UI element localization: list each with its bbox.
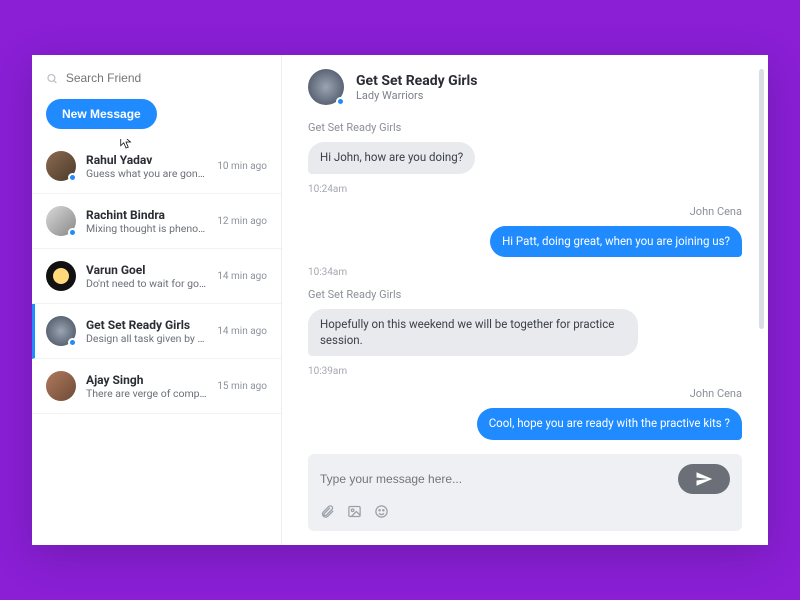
- conversation-name: Rahul Yadav: [86, 153, 207, 167]
- conversation-preview: Guess what you are gonna get with...: [86, 167, 207, 180]
- conversation-time: 14 min ago: [217, 271, 267, 282]
- image-icon[interactable]: [347, 504, 362, 523]
- send-icon: [695, 470, 713, 488]
- conversation-item-active[interactable]: Get Set Ready Girls Design all task give…: [32, 304, 281, 359]
- emoji-icon[interactable]: [374, 504, 389, 523]
- conversation-item[interactable]: Ajay Singh There are verge of complexity…: [32, 359, 281, 414]
- online-dot: [68, 338, 77, 347]
- conversation-name: Ajay Singh: [86, 373, 207, 387]
- message-bubble-outgoing: Cool, hope you are ready with the practi…: [477, 408, 742, 440]
- message-thread: Get Set Ready Girls Hi John, how are you…: [308, 119, 742, 444]
- conversation-name: Get Set Ready Girls: [86, 318, 207, 332]
- conversation-time: 10 min ago: [217, 161, 267, 172]
- sidebar: New Message Rahul Yadav Guess what you a…: [32, 55, 282, 545]
- conversation-time: 15 min ago: [217, 381, 267, 392]
- message-time: 10:24am: [308, 184, 742, 195]
- send-button[interactable]: [678, 464, 730, 494]
- conversation-item[interactable]: Varun Goel Do'nt need to wait for good t…: [32, 249, 281, 304]
- avatar: [46, 261, 76, 291]
- chat-scrollbar[interactable]: [759, 69, 764, 329]
- search-input[interactable]: [66, 71, 267, 85]
- message-bubble-incoming: Hi John, how are you doing?: [308, 142, 475, 174]
- message-sender: Get Set Ready Girls: [308, 288, 742, 301]
- online-dot: [68, 228, 77, 237]
- message-bubble-outgoing: Hi Patt, doing great, when you are joini…: [490, 226, 742, 258]
- avatar: [46, 151, 76, 181]
- conversation-item[interactable]: Rachint Bindra Mixing thought is phenome…: [32, 194, 281, 249]
- message-sender: John Cena: [308, 387, 742, 400]
- avatar: [46, 371, 76, 401]
- search-field[interactable]: [32, 55, 281, 95]
- new-message-button[interactable]: New Message: [46, 99, 157, 129]
- chat-avatar: [308, 69, 344, 105]
- conversation-time: 14 min ago: [217, 326, 267, 337]
- message-time: 10:34am: [308, 267, 742, 278]
- online-dot: [68, 173, 77, 182]
- search-icon: [46, 72, 58, 85]
- conversation-name: Varun Goel: [86, 263, 207, 277]
- chat-header: Get Set Ready Girls Lady Warriors: [308, 69, 742, 119]
- message-bubble-incoming: Hopefully on this weekend we will be tog…: [308, 309, 638, 356]
- chat-panel: Get Set Ready Girls Lady Warriors Get Se…: [282, 55, 768, 545]
- conversation-name: Rachint Bindra: [86, 208, 207, 222]
- avatar: [46, 206, 76, 236]
- chat-subtitle: Lady Warriors: [356, 89, 477, 102]
- conversation-preview: Mixing thought is phenomenal dis-...: [86, 222, 207, 235]
- conversation-item[interactable]: Rahul Yadav Guess what you are gonna get…: [32, 139, 281, 194]
- avatar: [46, 316, 76, 346]
- conversation-list: Rahul Yadav Guess what you are gonna get…: [32, 139, 281, 545]
- attach-icon[interactable]: [320, 504, 335, 523]
- conversation-preview: There are verge of complexity in m...: [86, 387, 207, 400]
- online-dot: [336, 97, 345, 106]
- message-sender: John Cena: [308, 205, 742, 218]
- chat-title: Get Set Ready Girls: [356, 73, 477, 89]
- conversation-time: 12 min ago: [217, 216, 267, 227]
- message-sender: Get Set Ready Girls: [308, 121, 742, 134]
- conversation-preview: Design all task given by Ashwini on...: [86, 332, 207, 345]
- app-window: New Message Rahul Yadav Guess what you a…: [32, 55, 768, 545]
- composer-input[interactable]: [320, 472, 648, 486]
- conversation-preview: Do'nt need to wait for good things t...: [86, 277, 207, 290]
- message-composer: [308, 454, 742, 531]
- message-time: 10:39am: [308, 366, 742, 377]
